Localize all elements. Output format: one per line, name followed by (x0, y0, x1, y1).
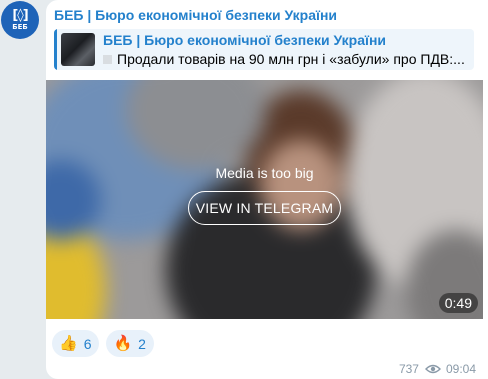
reply-preview[interactable]: БЕБ | Бюро економічної безпеки України П… (54, 29, 474, 70)
thumbs-up-icon: 👍 (59, 334, 78, 352)
reply-accent-bar (54, 29, 57, 70)
reaction-fire[interactable]: 🔥 2 (106, 330, 154, 357)
message-time: 09:04 (445, 362, 476, 376)
reply-text: Продали товарів на 90 млн грн і «забули»… (103, 51, 471, 67)
reply-media-icon (103, 54, 112, 64)
view-in-telegram-button[interactable]: VIEW IN TELEGRAM (188, 191, 341, 225)
media-too-big-notice: Media is too big (215, 165, 314, 181)
message-meta: 737 09:04 (399, 362, 476, 376)
channel-logo-text: БЕБ (12, 23, 28, 31)
video-preview[interactable]: Media is too big VIEW IN TELEGRAM 0:49 (46, 80, 483, 319)
reaction-thumbs-up[interactable]: 👍 6 (52, 330, 100, 357)
reaction-count: 2 (138, 335, 146, 352)
channel-avatar[interactable]: [◊] БЕБ (1, 1, 39, 39)
reply-title: БЕБ | Бюро економічної безпеки України (103, 32, 387, 48)
view-count: 737 (398, 362, 419, 376)
message-bubble: БЕБ | Бюро економічної безпеки України Б… (46, 0, 488, 379)
reply-thumbnail (61, 33, 95, 66)
channel-name[interactable]: БЕБ | Бюро економічної безпеки України (54, 7, 337, 23)
reply-text-content: Продали товарів на 90 млн грн і «забули»… (117, 51, 465, 67)
eye-icon (424, 364, 441, 374)
fire-icon: 🔥 (113, 334, 133, 352)
video-duration: 0:49 (438, 293, 478, 313)
reactions-bar: 👍 6 🔥 2 (52, 330, 161, 357)
channel-logo-icon: [◊] (12, 8, 28, 23)
reaction-count: 6 (83, 335, 92, 352)
